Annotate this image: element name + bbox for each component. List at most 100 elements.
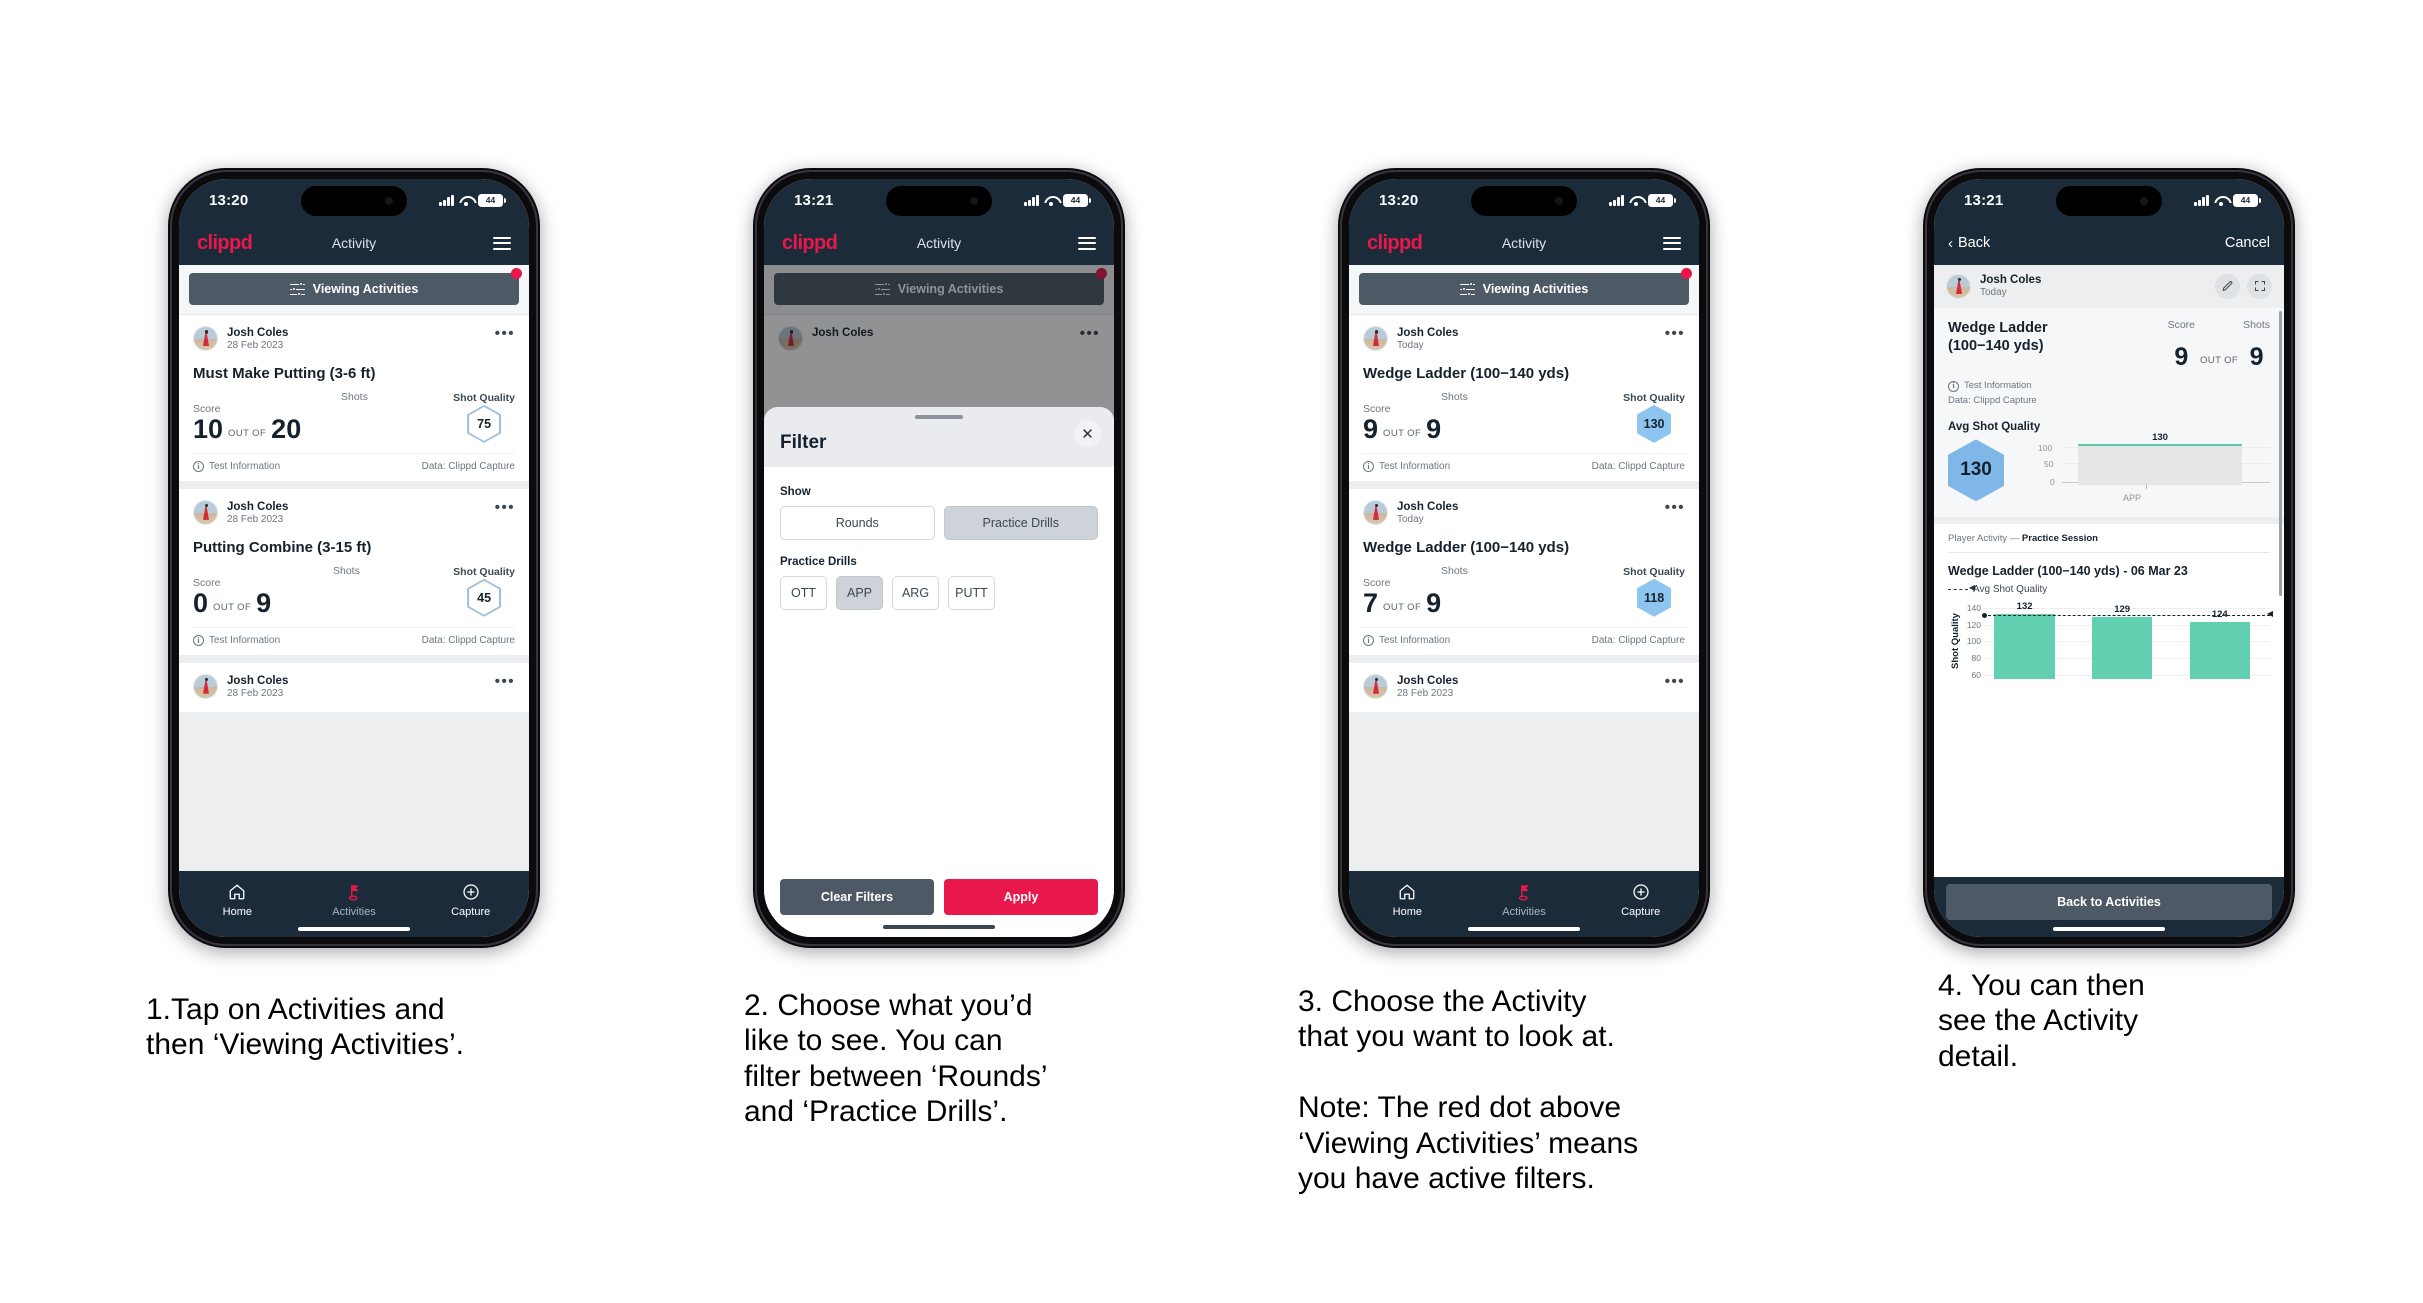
hamburger-menu-icon[interactable] bbox=[1663, 236, 1681, 250]
bottom-tab-bar: Home Activities Capture bbox=[179, 871, 529, 937]
more-options-icon[interactable]: ••• bbox=[495, 326, 515, 341]
status-indicators: 44 bbox=[2194, 193, 2261, 207]
viewing-activities-button[interactable]: Viewing Activities bbox=[189, 273, 519, 305]
screen: 13:21 44 ‹ Back Cancel Josh Coles Today … bbox=[1934, 179, 2284, 937]
ytick-100: 100 bbox=[1966, 636, 1981, 647]
card-header: Josh Coles 28 Feb 2023 ••• bbox=[193, 499, 515, 527]
mini-xtick-app: APP bbox=[2122, 493, 2141, 504]
chip-app[interactable]: APP bbox=[836, 576, 883, 610]
chip-practice-drills[interactable]: Practice Drills bbox=[943, 506, 1098, 540]
chip-ott[interactable]: OTT bbox=[780, 576, 827, 610]
cancel-button[interactable]: Cancel bbox=[2225, 235, 2270, 251]
score-block: Score 10 OUT OF 20 bbox=[193, 403, 301, 443]
wifi-icon bbox=[1629, 195, 1643, 206]
activity-card-partial[interactable]: Josh Coles 28 Feb 2023 ••• bbox=[1349, 662, 1699, 712]
more-options-icon[interactable]: ••• bbox=[1665, 674, 1685, 689]
activity-list[interactable]: Josh Coles Today ••• Wedge Ladder (100−1… bbox=[1349, 315, 1699, 871]
player-activity-section: Player Activity — Practice Session Wedge… bbox=[1934, 524, 2284, 877]
out-of-label: OUT OF bbox=[228, 427, 267, 439]
shot-quality-value: 75 bbox=[469, 406, 500, 441]
card-header: Josh Coles 28 Feb 2023 ••• bbox=[193, 326, 515, 353]
activity-card[interactable]: Josh Coles 28 Feb 2023 ••• Must Make Put… bbox=[179, 315, 529, 481]
sheet-title: Filter bbox=[780, 432, 827, 453]
viewing-activities-button[interactable]: Viewing Activities bbox=[1359, 273, 1689, 305]
chart-title: Wedge Ladder (100−140 yds) - 06 Mar 23 bbox=[1948, 564, 2188, 579]
status-time: 13:21 bbox=[794, 191, 834, 209]
activity-card[interactable]: Josh Coles 28 Feb 2023 ••• Putting Combi… bbox=[179, 488, 529, 655]
activity-date: 28 Feb 2023 bbox=[227, 514, 284, 526]
shot-quality-block: Shot Quality 130 bbox=[1623, 392, 1685, 443]
more-options-icon[interactable]: ••• bbox=[495, 674, 515, 689]
card-header: Josh Coles Today ••• bbox=[1363, 499, 1685, 527]
card-footer: i Test Information Data: Clippd Capture bbox=[1363, 626, 1685, 655]
user-block: Josh Coles 28 Feb 2023 bbox=[227, 674, 288, 701]
home-icon bbox=[179, 881, 296, 903]
bar-shot-3: 124 bbox=[2189, 609, 2250, 680]
user-name: Josh Coles bbox=[1397, 327, 1459, 339]
cellular-signal-icon bbox=[1609, 194, 1624, 206]
info-icon: i bbox=[1363, 460, 1374, 472]
filter-sheet: Filter ✕ Show Rounds Practice Drills Pra… bbox=[764, 407, 1114, 937]
tab-home[interactable]: Home bbox=[179, 881, 296, 918]
hamburger-menu-icon[interactable] bbox=[1078, 236, 1096, 250]
screen: 13:20 44 clippd Activity Viewing Activit… bbox=[1349, 179, 1699, 937]
shots-label-block: Shots bbox=[1441, 565, 1468, 578]
activity-date: Today bbox=[1980, 287, 2007, 299]
active-filter-badge bbox=[511, 268, 522, 279]
tab-home[interactable]: Home bbox=[1349, 881, 1466, 918]
page-title: Activity bbox=[331, 235, 377, 251]
info-icon: i bbox=[193, 634, 204, 646]
scrollbar-thumb[interactable] bbox=[2279, 311, 2282, 596]
card-divider bbox=[179, 480, 529, 489]
chip-arg[interactable]: ARG bbox=[892, 576, 939, 610]
battery-icon: 44 bbox=[1063, 193, 1091, 207]
tab-activities[interactable]: Activities bbox=[296, 881, 413, 918]
shot-quality-label: Shot Quality bbox=[1623, 391, 1685, 404]
page-title: Activity bbox=[1501, 235, 1547, 251]
cellular-signal-icon bbox=[2194, 194, 2209, 206]
close-icon[interactable]: ✕ bbox=[1074, 420, 1101, 447]
pencil-icon[interactable] bbox=[2215, 273, 2240, 299]
home-indicator bbox=[883, 924, 995, 929]
activity-card-partial[interactable]: Josh Coles 28 Feb 2023 ••• bbox=[179, 662, 529, 712]
shots-label: Shots bbox=[2243, 318, 2270, 331]
breadcrumb-prefix: Player Activity — bbox=[1948, 533, 2022, 545]
activity-list[interactable]: Josh Coles 28 Feb 2023 ••• Must Make Put… bbox=[179, 315, 529, 871]
status-time: 13:20 bbox=[209, 191, 249, 209]
sheet-drag-handle[interactable] bbox=[915, 415, 963, 419]
status-bar: 13:20 44 bbox=[179, 179, 529, 221]
score-value: 9 bbox=[2174, 342, 2189, 371]
breadcrumb-current: Practice Session bbox=[2021, 533, 2098, 545]
sheet-header: Filter ✕ bbox=[764, 407, 1114, 467]
mini-bar-app: 130 bbox=[2078, 432, 2242, 486]
score-value: 0 bbox=[193, 587, 209, 618]
chip-rounds[interactable]: Rounds bbox=[780, 506, 935, 540]
activity-stats: Score 0 OUT OF 9 Shots Shot Quality 45 bbox=[193, 565, 515, 617]
detail-footer: Back to Activities bbox=[1934, 877, 2284, 937]
more-options-icon[interactable]: ••• bbox=[1665, 500, 1685, 515]
info-icon: i bbox=[1363, 634, 1374, 646]
tab-capture[interactable]: Capture bbox=[1582, 881, 1699, 918]
shot-quality-label: Shot Quality bbox=[453, 565, 515, 578]
shots-value: 9 bbox=[2249, 342, 2264, 371]
expand-icon[interactable] bbox=[2247, 273, 2272, 299]
chip-putt[interactable]: PUTT bbox=[948, 576, 995, 610]
apply-button[interactable]: Apply bbox=[944, 879, 1098, 915]
clear-filters-button[interactable]: Clear Filters bbox=[780, 879, 934, 915]
back-button[interactable]: ‹ Back bbox=[1948, 235, 1990, 251]
more-options-icon[interactable]: ••• bbox=[1665, 326, 1685, 341]
activity-card[interactable]: Josh Coles Today ••• Wedge Ladder (100−1… bbox=[1349, 488, 1699, 655]
status-bar: 13:21 44 bbox=[764, 179, 1114, 221]
wifi-icon bbox=[1044, 195, 1058, 206]
activity-card[interactable]: Josh Coles Today ••• Wedge Ladder (100−1… bbox=[1349, 315, 1699, 481]
hamburger-menu-icon[interactable] bbox=[493, 236, 511, 250]
user-block: Josh Coles 28 Feb 2023 bbox=[227, 500, 288, 527]
back-to-activities-button[interactable]: Back to Activities bbox=[1946, 884, 2272, 920]
more-options-icon[interactable]: ••• bbox=[495, 500, 515, 515]
tab-capture[interactable]: Capture bbox=[412, 881, 529, 918]
shots-value: 9 bbox=[1426, 413, 1442, 444]
detail-activity-title: Wedge Ladder (100−140 yds) bbox=[1948, 319, 2048, 354]
out-of-label: OUT OF bbox=[2200, 354, 2239, 366]
detail-body: Josh Coles Today Wedge Ladder (100−140 y… bbox=[1934, 265, 2284, 877]
tab-activities[interactable]: Activities bbox=[1466, 881, 1583, 918]
